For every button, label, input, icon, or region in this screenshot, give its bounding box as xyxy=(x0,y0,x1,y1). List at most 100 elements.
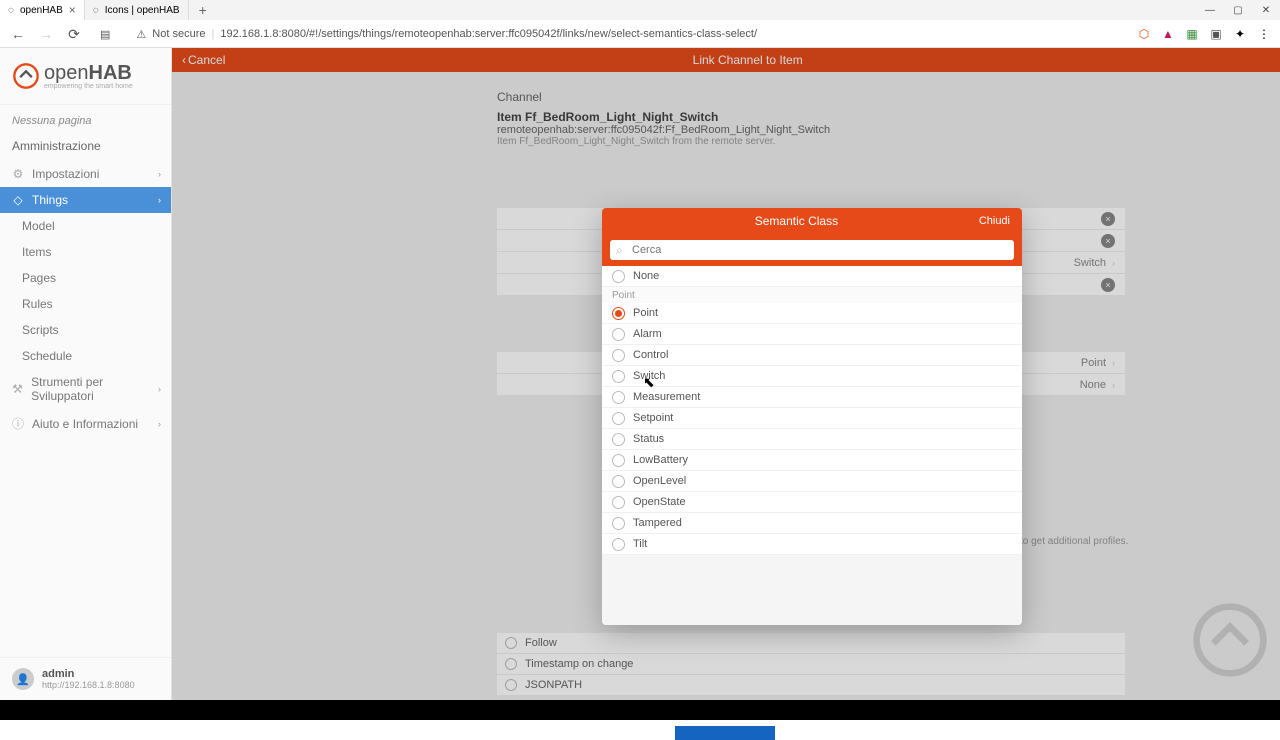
option-openlevel[interactable]: OpenLevel xyxy=(602,471,1022,492)
option-label: LowBattery xyxy=(633,454,688,466)
item-icon: ⚙ xyxy=(12,167,24,181)
sidebar-item-label: Things xyxy=(32,193,68,207)
sidebar-item-scripts[interactable]: Scripts xyxy=(0,317,171,343)
option-none[interactable]: None xyxy=(602,266,1022,287)
sidebar-item-label: Model xyxy=(22,219,55,233)
sidebar-no-page: Nessuna pagina xyxy=(0,105,171,131)
sidebar-item-things[interactable]: ◇ Things › xyxy=(0,187,171,213)
sidebar-item-items[interactable]: Items xyxy=(0,239,171,265)
ext-icon-1[interactable]: ▦ xyxy=(1184,26,1200,42)
option-label: None xyxy=(633,270,659,282)
brand-open: open xyxy=(44,62,89,84)
sidebar-item-rules[interactable]: Rules xyxy=(0,291,171,317)
window-controls: — ▢ ✕ xyxy=(1196,0,1280,20)
option-label: OpenLevel xyxy=(633,475,686,487)
minimize-button[interactable]: — xyxy=(1196,0,1224,20)
option-label: Alarm xyxy=(633,328,662,340)
wrench-icon: ⚒ xyxy=(12,382,23,396)
option-tilt[interactable]: Tilt xyxy=(602,534,1022,555)
forward-button[interactable]: → xyxy=(36,24,56,44)
user-area[interactable]: 👤 admin http://192.168.1.8:8080 xyxy=(0,657,171,700)
item-icon: ◇ xyxy=(12,193,24,207)
openhab-logo-icon xyxy=(12,62,40,90)
user-name: admin xyxy=(42,668,135,680)
sidebar-item-label: Scripts xyxy=(22,323,59,337)
radio-icon xyxy=(612,391,625,404)
bookmark-icon[interactable]: ▤ xyxy=(100,28,110,41)
brand-hab: HAB xyxy=(89,62,132,84)
sidebar-item-schedule[interactable]: Schedule xyxy=(0,343,171,369)
primary-action-button[interactable] xyxy=(675,726,775,740)
modal-close-button[interactable]: Chiudi xyxy=(979,215,1010,227)
option-label: Point xyxy=(633,307,658,319)
ext-icon-2[interactable]: ▣ xyxy=(1208,26,1224,42)
option-label: OpenState xyxy=(633,496,686,508)
radio-icon xyxy=(612,370,625,383)
option-label: Switch xyxy=(633,370,665,382)
logo[interactable]: openHAB empowering the smart home xyxy=(0,48,171,105)
url-field[interactable]: ▤ ⚠ Not secure | 192.168.1.8:8080/#!/set… xyxy=(92,28,1128,41)
option-label: Tampered xyxy=(633,517,682,529)
sidebar-item-label: Strumenti per Sviluppatori xyxy=(31,375,159,403)
watermark-icon xyxy=(1180,600,1280,680)
tab-favicon: ◌ xyxy=(8,5,14,16)
user-url: http://192.168.1.8:8080 xyxy=(42,680,135,690)
maximize-button[interactable]: ▢ xyxy=(1224,0,1252,20)
new-tab-button[interactable]: + xyxy=(189,2,217,18)
option-label: Setpoint xyxy=(633,412,673,424)
sidebar-item-impostazioni[interactable]: ⚙Impostazioni› xyxy=(0,161,171,187)
back-button[interactable]: ← xyxy=(8,24,28,44)
radio-icon xyxy=(612,454,625,467)
option-label: Tilt xyxy=(633,538,647,550)
browser-tab-icons[interactable]: ◌ Icons | openHAB xyxy=(85,0,189,20)
modal-footer xyxy=(602,555,1022,625)
tab-title: Icons | openHAB xyxy=(105,5,180,16)
security-label: Not secure xyxy=(152,28,205,40)
radio-icon xyxy=(612,349,625,362)
sidebar-item-model[interactable]: Model xyxy=(0,213,171,239)
sidebar-item-label: Rules xyxy=(22,297,53,311)
sidebar-item-label: Pages xyxy=(22,271,56,285)
sidebar-item-label: Impostazioni xyxy=(32,167,99,181)
chevron-right-icon: › xyxy=(158,195,161,205)
tab-favicon: ◌ xyxy=(93,5,99,16)
option-lowbattery[interactable]: LowBattery xyxy=(602,450,1022,471)
shield-icon[interactable]: ⬡ xyxy=(1136,26,1152,42)
option-measurement[interactable]: Measurement xyxy=(602,387,1022,408)
sidebar: openHAB empowering the smart home Nessun… xyxy=(0,48,172,700)
option-status[interactable]: Status xyxy=(602,429,1022,450)
option-setpoint[interactable]: Setpoint xyxy=(602,408,1022,429)
radio-icon xyxy=(612,475,625,488)
sidebar-item-label: Items xyxy=(22,245,51,259)
sidebar-item-pages[interactable]: Pages xyxy=(0,265,171,291)
semantic-class-modal: Semantic Class Chiudi None Point Point Al… xyxy=(602,208,1022,625)
modal-title: Semantic Class xyxy=(614,214,979,228)
option-label: Measurement xyxy=(633,391,700,403)
option-alarm[interactable]: Alarm xyxy=(602,324,1022,345)
option-point[interactable]: Point xyxy=(602,303,1022,324)
reload-button[interactable]: ⟳ xyxy=(64,24,84,44)
option-openstate[interactable]: OpenState xyxy=(602,492,1022,513)
avatar: 👤 xyxy=(12,668,34,690)
radio-icon xyxy=(612,307,625,320)
address-bar: ← → ⟳ ▤ ⚠ Not secure | 192.168.1.8:8080/… xyxy=(0,20,1280,48)
option-switch[interactable]: Switch xyxy=(602,366,1022,387)
radio-icon xyxy=(612,538,625,551)
alert-icon[interactable]: ▲ xyxy=(1160,26,1176,42)
extensions-icon[interactable]: ✦ xyxy=(1232,26,1248,42)
radio-icon xyxy=(612,496,625,509)
option-control[interactable]: Control xyxy=(602,345,1022,366)
option-group-header: Point xyxy=(602,287,1022,303)
tab-close-icon[interactable]: × xyxy=(69,3,76,17)
radio-icon xyxy=(612,517,625,530)
browser-chrome: — ▢ ✕ ◌ openHAB × ◌ Icons | openHAB + ← … xyxy=(0,0,1280,48)
option-tampered[interactable]: Tampered xyxy=(602,513,1022,534)
search-input[interactable] xyxy=(610,240,1014,260)
sidebar-dev-tools[interactable]: ⚒ Strumenti per Sviluppatori › xyxy=(0,369,171,409)
browser-tab-openhab[interactable]: ◌ openHAB × xyxy=(0,0,85,20)
info-icon: ⓘ xyxy=(12,415,24,432)
close-window-button[interactable]: ✕ xyxy=(1252,0,1280,20)
sidebar-help[interactable]: ⓘ Aiuto e Informazioni › xyxy=(0,409,171,438)
option-label: Status xyxy=(633,433,664,445)
menu-icon[interactable]: ⋮ xyxy=(1256,26,1272,42)
